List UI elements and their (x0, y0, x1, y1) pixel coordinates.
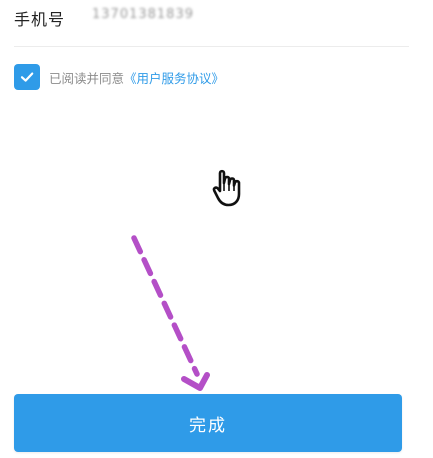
complete-button[interactable]: 完成 (14, 394, 402, 452)
agreement-text: 已阅读并同意 (49, 70, 125, 86)
divider (14, 46, 409, 47)
checkmark-icon (20, 72, 34, 82)
agreement-row: 已阅读并同意 《用户服务协议》 (14, 63, 224, 91)
agreement-checkbox[interactable] (14, 64, 40, 90)
phone-input[interactable]: 13701381839 (92, 7, 194, 22)
phone-label: 手机号 (14, 10, 66, 29)
hand-cursor-icon (212, 169, 241, 207)
phone-row: 手机号 13701381839 (0, 0, 433, 46)
agreement-link[interactable]: 《用户服务协议》 (124, 68, 224, 87)
